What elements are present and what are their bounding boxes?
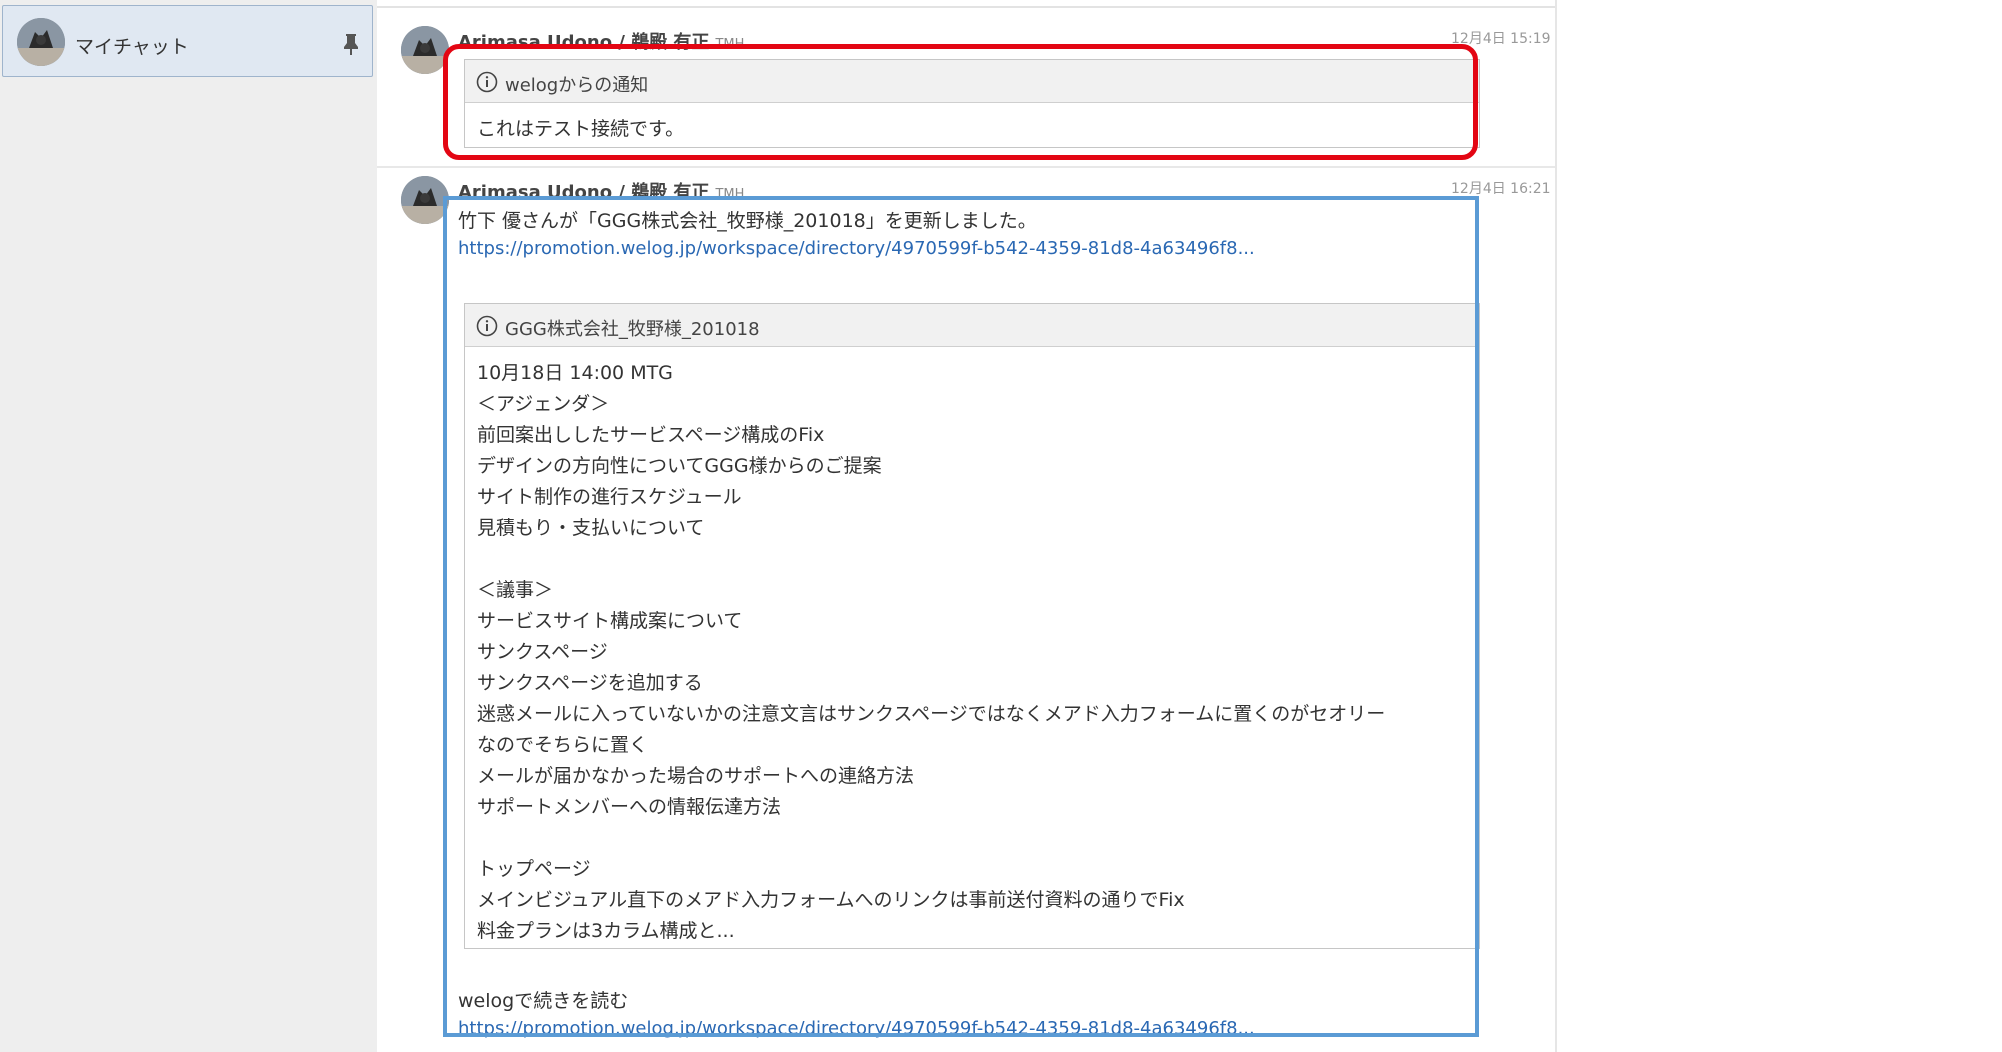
sender-affiliation: TMH xyxy=(715,187,745,202)
card-line: 10月18日 14:00 MTG xyxy=(477,362,673,384)
message-link[interactable]: https://promotion.welog.jp/workspace/dir… xyxy=(458,238,1255,259)
avatar[interactable] xyxy=(401,26,449,74)
card-line: ＜議事＞ xyxy=(477,579,554,601)
card-line: メインビジュアル直下のメアド入力フォームへのリンクは事前送付資料の通りでFix xyxy=(477,889,1185,911)
summary-card: GGG株式会社_牧野様_201018 10月18日 14:00 MTG ＜アジェ… xyxy=(464,303,1480,949)
card-title: GGG株式会社_牧野様_201018 xyxy=(505,319,760,340)
message-text: 竹下 優さんが「GGG株式会社_牧野様_201018」を更新しました。 xyxy=(458,210,1037,232)
card-line: なのでそちらに置く xyxy=(477,734,649,756)
card-line: 料金プランは3カラム構成と... xyxy=(477,920,735,942)
card-line: 前回案出ししたサービスページ構成のFix xyxy=(477,424,825,446)
read-more-text: welogで続きを読む xyxy=(458,990,629,1012)
card-line: サンクスページを追加する xyxy=(477,672,703,694)
sender-affiliation: TMH xyxy=(715,37,745,52)
card-title: welogからの通知 xyxy=(505,75,649,96)
card-line: ＜アジェンダ＞ xyxy=(477,393,610,415)
card-body: これはテスト接続です。 xyxy=(477,118,685,140)
message-timestamp: 12月4日 15:19 xyxy=(1451,31,1551,47)
message-sender[interactable]: Arimasa Udono / 鵜殿 有正 TMH xyxy=(458,28,744,54)
avatar xyxy=(17,18,65,66)
card-line: トップページ xyxy=(477,858,591,880)
sender-name: Arimasa Udono / 鵜殿 有正 xyxy=(458,32,710,53)
card-line: デザインの方向性についてGGG様からのご提案 xyxy=(477,455,882,477)
divider xyxy=(377,166,1555,168)
read-more-link[interactable]: https://promotion.welog.jp/workspace/dir… xyxy=(458,1018,1255,1039)
divider xyxy=(377,6,1555,8)
sender-name: Arimasa Udono / 鵜殿 有正 xyxy=(458,182,710,203)
card-line: 見積もり・支払いについて xyxy=(477,517,705,539)
card-line: サイト制作の進行スケジュール xyxy=(477,486,742,508)
info-icon xyxy=(476,71,498,93)
sidebar-item-my-chat[interactable]: マイチャット xyxy=(2,5,373,77)
card-line: サンクスページ xyxy=(477,641,608,663)
info-icon xyxy=(476,315,498,337)
sidebar: マイチャット xyxy=(0,0,377,1052)
message-sender[interactable]: Arimasa Udono / 鵜殿 有正 TMH xyxy=(458,178,744,204)
notification-card: welogからの通知 これはテスト接続です。 xyxy=(464,59,1480,148)
divider xyxy=(1555,0,1557,1052)
card-header: welogからの通知 xyxy=(465,60,1479,103)
avatar[interactable] xyxy=(401,176,449,224)
card-header: GGG株式会社_牧野様_201018 xyxy=(465,304,1479,347)
card-line: 迷惑メールに入っていないかの注意文言はサンクスページではなくメアド入力フォームに… xyxy=(477,703,1386,725)
pin-icon[interactable] xyxy=(340,32,362,56)
card-line: メールが届かなかった場合のサポートへの連絡方法 xyxy=(477,765,915,787)
card-line: サービスサイト構成案について xyxy=(477,610,743,632)
sidebar-item-label: マイチャット xyxy=(75,36,189,58)
message-timestamp: 12月4日 16:21 xyxy=(1451,181,1551,197)
card-line: サポートメンバーへの情報伝達方法 xyxy=(477,796,782,818)
